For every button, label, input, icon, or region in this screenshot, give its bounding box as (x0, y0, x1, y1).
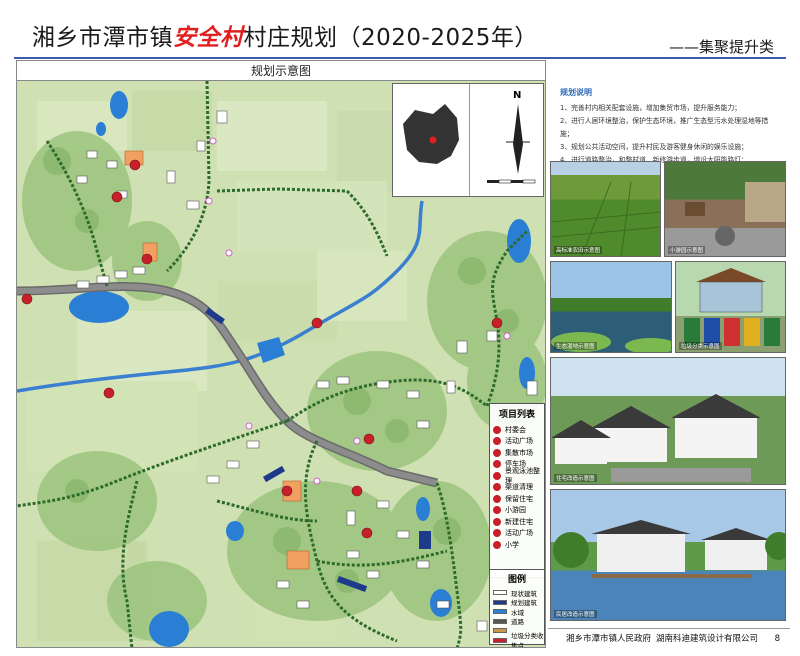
plan-map[interactable]: 规划示意图 N 项目列表 村委会 活动广场 集散市场 停车场 景观泳池整理 渠道… (16, 60, 546, 648)
map-legend-label: 现状建筑 (511, 589, 537, 598)
project-list-item: 村委会 (490, 424, 544, 436)
page-number: 8 (774, 634, 780, 644)
project-list-item: 保留住宅 (490, 493, 544, 505)
project-marker-icon (493, 529, 501, 538)
project-point-marker[interactable] (21, 293, 33, 305)
project-marker-icon (493, 437, 501, 446)
photo-wetland: 生态湿地示意图 (550, 261, 672, 353)
photo-caption: 住宅改造示意图 (554, 474, 597, 482)
map-legend-item: 规划建筑 (490, 598, 544, 608)
map-legend-label: 路灯 (511, 645, 524, 648)
photo-caption: 垃圾分类示意图 (679, 342, 722, 350)
project-list-label: 村委会 (505, 425, 526, 434)
project-point-marker[interactable] (351, 485, 363, 497)
plan-sheet: 湘乡市潭市镇安全村村庄规划（2020-2025年） ——集聚提升类 规划示意图 (0, 0, 800, 656)
location-inset: N (392, 83, 544, 197)
scale-bar-icon (487, 179, 536, 184)
project-point-marker[interactable] (363, 433, 375, 445)
project-point-marker[interactable] (491, 317, 503, 329)
project-list-label: 小游园 (505, 506, 526, 515)
project-point-marker[interactable] (281, 485, 293, 497)
map-legend-item: 现状建筑 (490, 588, 544, 598)
project-list-label: 活动广场 (505, 529, 533, 538)
notes-line: 2、进行人居环境整治，保护生态环境，推广生态型污水处理湿地等措施； (560, 117, 769, 138)
project-list-item: 小游园 (490, 505, 544, 517)
project-marker-icon (493, 506, 501, 515)
footer-client: 湘乡市潭市镇人民政府 (566, 634, 652, 644)
title-highlight: 安全村 (173, 24, 244, 51)
legend-swatch-icon (493, 628, 507, 634)
footer-designer: 湖南科迪建筑设计有限公司 (656, 634, 759, 644)
project-list-item: 活动广场 (490, 436, 544, 448)
project-list-title: 项目列表 (498, 410, 535, 420)
photo-village-houses: 住宅改造示意图 (550, 357, 786, 485)
project-marker-icon (493, 540, 501, 549)
map-legend-item: 垃圾分类收集点 (490, 632, 544, 647)
project-marker-icon (493, 460, 501, 469)
legend-swatch-icon (493, 609, 507, 615)
photo-caption: 高标准农田示意图 (554, 246, 603, 254)
photo-garden: 小游园示意图 (664, 161, 786, 257)
map-caption: 规划示意图 (17, 61, 545, 81)
planning-notes: 规划说明 1、完善村内相关配套设施，增加集贸市场，提升服务能力； 2、进行人居环… (560, 86, 780, 167)
north-arrow-label: N (513, 90, 522, 101)
project-list-legend: 项目列表 村委会 活动广场 集散市场 停车场 景观泳池整理 渠道清理 保留住宅 小游园 新建住宅… (489, 403, 545, 578)
legend-swatch-icon (493, 637, 507, 643)
map-legend-item: 道路 (490, 617, 544, 627)
map-legend: 图例 现状建筑规划建筑水域道路垃圾分类收集点路灯 (489, 569, 545, 648)
project-point-marker[interactable] (141, 253, 153, 265)
project-marker-icon (493, 483, 501, 492)
map-legend-title: 图例 (507, 575, 526, 585)
map-legend-label: 水域 (511, 608, 524, 617)
project-list-item: 新建住宅 (490, 516, 544, 528)
photo-caption: 小游园示意图 (668, 246, 706, 254)
page-title: 湘乡市潭市镇安全村村庄规划（2020-2025年） (32, 18, 538, 52)
title-prefix: 湘乡市潭市镇 (32, 25, 173, 51)
project-list-label: 新建住宅 (505, 517, 533, 526)
legend-swatch-icon (493, 599, 507, 605)
north-arrow-icon (506, 104, 530, 174)
project-list-item: 景观泳池整理 (490, 467, 544, 485)
project-list-item: 集散市场 (490, 447, 544, 459)
photo-garbage-station: 垃圾分类示意图 (675, 261, 786, 353)
project-point-marker[interactable] (361, 527, 373, 539)
title-suffix: 村庄规划（2020-2025年） (243, 25, 538, 51)
inset-divider (469, 84, 470, 196)
project-list-label: 小学 (505, 540, 519, 549)
photo-lakeside-residences: 民居改造示意图 (550, 489, 786, 621)
category-label: ——集聚提升类 (668, 38, 774, 56)
map-legend-label: 规划建筑 (511, 599, 537, 608)
project-list-label: 保留住宅 (505, 494, 533, 503)
project-list-item: 活动广场 (490, 528, 544, 540)
project-marker-icon (493, 494, 501, 503)
project-marker-icon (493, 448, 501, 457)
project-point-marker[interactable] (103, 387, 115, 399)
map-legend-item: 水域 (490, 607, 544, 617)
map-legend-label: 道路 (511, 618, 524, 627)
photo-caption: 民居改造示意图 (554, 610, 597, 618)
notes-title: 规划说明 (560, 88, 592, 97)
project-list-label: 活动广场 (505, 437, 533, 446)
county-locator (403, 104, 459, 164)
project-list-item: 小学 (490, 539, 544, 551)
header-rule (14, 57, 786, 59)
photo-caption: 生态湿地示意图 (554, 342, 597, 350)
photo-farmland: 高标准农田示意图 (550, 161, 661, 257)
project-marker-icon (493, 517, 501, 526)
project-list-label: 集散市场 (505, 448, 533, 457)
notes-line: 1、完善村内相关配套设施，增加集贸市场，提升服务能力； (560, 104, 742, 112)
notes-line: 3、规划公共活动空间，提升村民及游客健身休闲的娱乐设施； (560, 143, 748, 151)
project-point-marker[interactable] (111, 191, 123, 203)
project-marker-icon (493, 471, 501, 480)
footer: 湘乡市潭市镇人民政府 湖南科迪建筑设计有限公司 8 (548, 628, 790, 648)
project-marker-icon (493, 425, 501, 434)
legend-swatch-icon (493, 590, 507, 596)
legend-swatch-icon (493, 618, 507, 624)
project-list-label: 渠道清理 (505, 483, 533, 492)
project-point-marker[interactable] (311, 317, 323, 329)
project-point-marker[interactable] (129, 159, 141, 171)
legend-swatch-icon (493, 647, 507, 648)
